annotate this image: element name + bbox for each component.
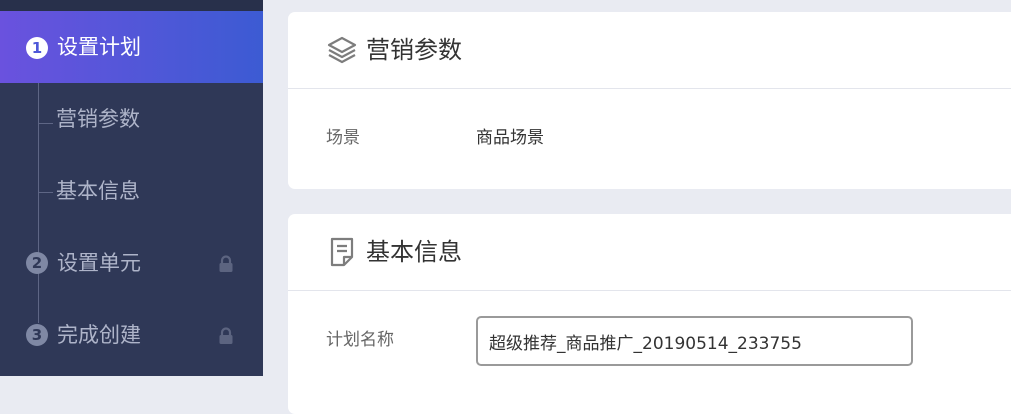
step-label: 设置单元: [57, 251, 141, 275]
sidebar-top-band: [0, 0, 263, 11]
step-2-set-unit: 2 设置单元: [0, 233, 263, 293]
scene-label: 场景: [326, 128, 360, 148]
sidebar-item-basic-info[interactable]: 基本信息: [56, 177, 140, 205]
step-number-badge: 3: [26, 324, 48, 346]
tree-branch: [39, 192, 53, 193]
lock-icon: [219, 255, 233, 272]
card-header: 营销参数: [288, 12, 1011, 89]
step-label: 完成创建: [57, 323, 141, 347]
document-icon: [330, 237, 354, 267]
step-number-badge: 2: [26, 252, 48, 274]
card-title: 基本信息: [366, 238, 462, 266]
marketing-params-card: 营销参数 场景 商品场景: [288, 12, 1011, 189]
basic-info-card: 基本信息 计划名称: [288, 214, 1011, 414]
card-header: 基本信息: [288, 214, 1011, 291]
layers-icon: [327, 36, 357, 64]
plan-name-input[interactable]: [476, 316, 913, 366]
step-label: 设置计划: [57, 35, 141, 59]
tree-branch: [39, 123, 53, 124]
sidebar-item-marketing-params[interactable]: 营销参数: [56, 105, 140, 133]
sidebar: 1 设置计划 营销参数 基本信息 2 设置单元 3 完成创建: [0, 0, 263, 376]
card-title: 营销参数: [366, 36, 462, 64]
step-1-set-plan[interactable]: 1 设置计划: [0, 11, 263, 83]
step-3-complete: 3 完成创建: [0, 305, 263, 365]
step-number-badge: 1: [26, 37, 48, 59]
scene-value: 商品场景: [476, 128, 544, 148]
lock-icon: [219, 327, 233, 344]
plan-name-label: 计划名称: [326, 330, 394, 350]
